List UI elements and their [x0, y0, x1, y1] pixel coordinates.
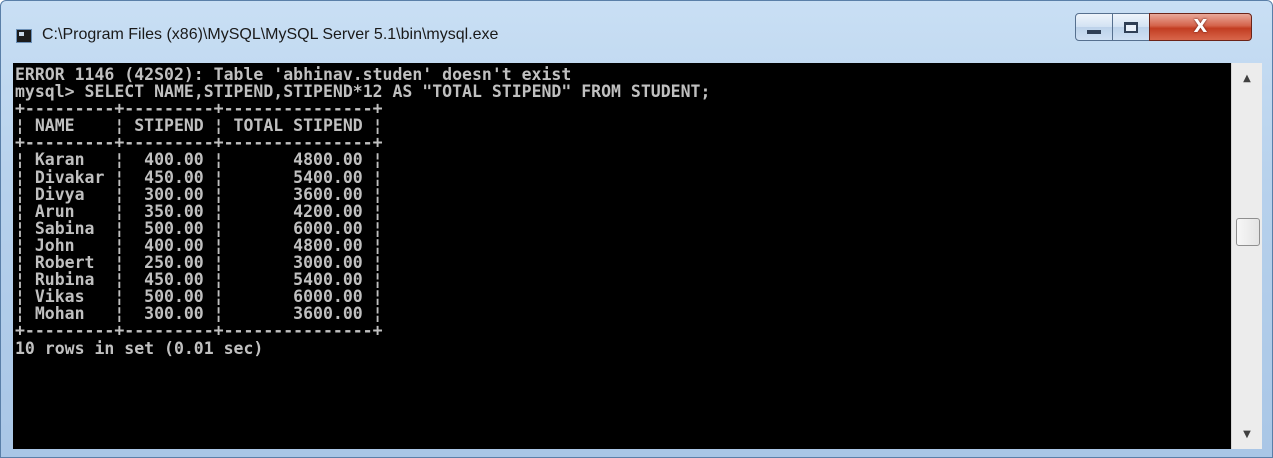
scroll-up-arrow-icon: ▲ [1243, 72, 1251, 84]
result-summary: 10 rows in set (0.01 sec) [15, 338, 264, 358]
scroll-up-button[interactable]: ▲ [1232, 65, 1262, 91]
scroll-thumb[interactable] [1236, 218, 1260, 246]
scroll-down-button[interactable]: ▼ [1232, 421, 1262, 447]
table-row: ¦ Divakar ¦ 450.00 ¦ 5400.00 ¦ [15, 167, 383, 187]
window-title: C:\Program Files (x86)\MySQL\MySQL Serve… [42, 26, 499, 43]
table-border: +---------+---------+---------------+ [15, 133, 383, 153]
maximize-button[interactable] [1112, 13, 1150, 41]
error-line: ERROR 1146 (42S02): Table 'abhinav.stude… [15, 65, 572, 84]
console-app-icon[interactable] [16, 29, 32, 43]
minimize-button[interactable] [1075, 13, 1113, 41]
maximize-icon [1124, 21, 1138, 33]
minimize-icon [1087, 30, 1101, 34]
table-header-row: ¦ NAME ¦ STIPEND ¦ TOTAL STIPEND ¦ [15, 116, 383, 136]
result-table: +---------+---------+---------------+ ¦ N… [15, 100, 710, 339]
table-row: ¦ Mohan ¦ 300.00 ¦ 3600.00 ¦ [15, 304, 383, 324]
vertical-scrollbar[interactable]: ▲ ▼ [1231, 63, 1262, 449]
close-button[interactable]: X [1149, 13, 1252, 41]
table-row: ¦ Sabina ¦ 500.00 ¦ 6000.00 ¦ [15, 218, 383, 238]
table-row: ¦ Robert ¦ 250.00 ¦ 3000.00 ¦ [15, 253, 383, 273]
table-row: ¦ Rubina ¦ 450.00 ¦ 5400.00 ¦ [15, 270, 383, 290]
command-line: mysql> SELECT NAME,STIPEND,STIPEND*12 AS… [15, 83, 710, 100]
table-row: ¦ Karan ¦ 400.00 ¦ 4800.00 ¦ [15, 150, 383, 170]
table-border: +---------+---------+---------------+ [15, 99, 383, 119]
close-icon: X [1193, 16, 1208, 37]
console-window: C:\Program Files (x86)\MySQL\MySQL Serve… [0, 0, 1273, 458]
table-border: +---------+---------+---------------+ [15, 321, 383, 341]
console-text: ERROR 1146 (42S02): Table 'abhinav.stude… [15, 66, 710, 357]
table-row: ¦ Arun ¦ 350.00 ¦ 4200.00 ¦ [15, 201, 383, 221]
console-output[interactable]: ERROR 1146 (42S02): Table 'abhinav.stude… [13, 63, 1231, 449]
table-row: ¦ Divya ¦ 300.00 ¦ 3600.00 ¦ [15, 184, 383, 204]
scroll-down-arrow-icon: ▼ [1243, 428, 1251, 440]
table-row: ¦ John ¦ 400.00 ¦ 4800.00 ¦ [15, 235, 383, 255]
title-bar[interactable]: C:\Program Files (x86)\MySQL\MySQL Serve… [1, 1, 1272, 61]
table-row: ¦ Vikas ¦ 500.00 ¦ 6000.00 ¦ [15, 287, 383, 307]
